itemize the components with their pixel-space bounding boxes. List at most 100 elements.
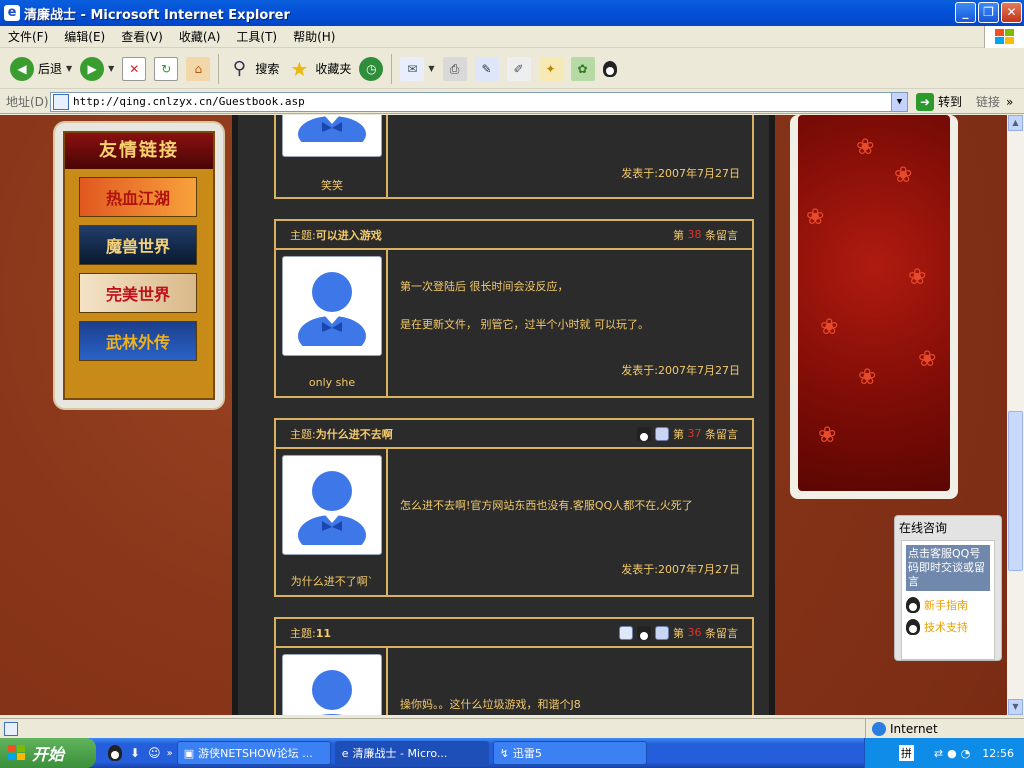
post-item: 主题:为什么进不去啊 第 37 条留言 为什么进不了啊` 怎么进不去啊!官方网站… [274,418,754,597]
vertical-scrollbar[interactable]: ▲ ▼ [1007,115,1024,715]
consult-title: 在线咨询 [899,521,948,535]
quicklaunch-game-icon[interactable]: ☺ [148,746,161,760]
qq-button[interactable] [599,52,621,86]
start-button[interactable]: 开始 [0,738,96,768]
scroll-down-button[interactable]: ▼ [1008,699,1023,715]
post-date: 发表于:2007年7月27日 [621,167,740,180]
links-button[interactable]: 链接 [976,93,1000,110]
quicklaunch-download-icon[interactable]: ⬇ [130,746,140,760]
edit-button[interactable]: ✎ [471,52,503,86]
icq-button[interactable]: ✿ [567,52,599,86]
taskbar-item[interactable]: ↯ 迅雷5 [492,741,647,765]
lotus-icon: ❀ [908,265,927,290]
ime-icon[interactable]: 拼 [898,745,914,761]
mail-dropdown-icon[interactable]: ▼ [428,64,434,73]
quicklaunch-more-icon[interactable]: » [167,748,173,759]
address-input[interactable]: http://qing.cnlzyx.cn/Guestbook.asp ▼ [50,91,908,112]
quicklaunch-qq-icon[interactable] [108,745,122,761]
forward-dropdown-icon[interactable]: ▼ [108,64,114,73]
discuss-button[interactable]: ✐ [503,52,535,86]
banner-link-4[interactable]: 武林外传 [79,321,197,361]
print-button[interactable]: ⎙ [439,52,471,86]
online-consult-widget: 在线咨询 点击客服QQ号码即时交谈或留言 新手指南 技术支持 [894,515,1002,661]
favorites-button[interactable]: ★ 收藏夹 [283,52,355,86]
post-user-panel: only she [276,250,388,396]
forward-arrow-icon: ▶ [80,56,105,81]
post-username: 笑笑 [321,179,343,192]
lotus-icon: ❀ [818,423,837,448]
window-icon: ▣ [183,746,195,760]
lotus-icon: ❀ [894,163,913,188]
minimize-button[interactable]: _ [955,2,976,23]
qq-penguin-icon [602,60,617,77]
post-body: 笑笑 发表于:2007年7月27日 [274,115,754,199]
clock: 12:56 [982,746,1014,760]
taskbar-item[interactable]: ▣ 游侠NETSHOW论坛 ... [176,741,331,765]
qq-icon[interactable] [637,625,651,640]
banner-link-1[interactable]: 热血江湖 [79,177,197,217]
system-tray: 拼 ⇄ ● ◔ 12:56 [864,738,1024,768]
guide-link[interactable]: 新手指南 [906,597,990,613]
post-message-line: 操你妈。。这什么垃圾游戏，和谐个J8 [400,698,581,711]
title-bar: e 清廉战士 - Microsoft Internet Explorer _ ❐… [0,0,1024,26]
lotus-icon: ❀ [858,365,877,390]
internet-zone: Internet [865,719,938,739]
mail-button[interactable]: ✉ ▼ [396,52,438,86]
post-subject: 为什么进不去啊 [315,427,393,441]
scroll-up-button[interactable]: ▲ [1008,115,1023,131]
menu-view[interactable]: 查看(V) [113,28,171,45]
menu-help[interactable]: 帮助(H) [285,28,343,45]
scroll-thumb[interactable] [1008,411,1023,571]
subject-prefix: 主题: [290,626,316,640]
ie-icon: e [4,5,20,21]
network-icon[interactable]: ⇄ [934,747,943,760]
refresh-button[interactable]: ↻ [150,52,182,86]
menu-favorites[interactable]: 收藏(A) [171,28,229,45]
home-button[interactable]: ⌂ [182,52,214,86]
post-header: 主题:为什么进不去啊 第 37 条留言 [274,418,754,449]
favorites-label: 收藏夹 [315,62,352,76]
volume-icon[interactable]: ◔ [961,747,971,760]
banner-link-2[interactable]: 魔兽世界 [79,225,197,265]
back-dropdown-icon[interactable]: ▼ [66,64,72,73]
history-button[interactable]: ◷ [355,52,387,86]
support-link[interactable]: 技术支持 [906,619,990,635]
post-number-suffix: 条留言 [705,427,738,441]
stop-button[interactable]: ✕ [118,52,150,86]
menu-tools[interactable]: 工具(T) [228,28,285,45]
search-button[interactable]: ⚲ 搜索 [223,52,283,86]
restore-button[interactable]: ❐ [978,2,999,23]
post-message-line: 是在更新文件， 别管它，过半个小时就 可以玩了。 [400,318,649,331]
bookmark-button[interactable]: ✦ [535,52,567,86]
guide-link-label[interactable]: 新手指南 [924,597,968,613]
profile-icon[interactable] [655,426,669,441]
tray-qq-icon[interactable]: ● [947,747,957,760]
address-url[interactable]: http://qing.cnlzyx.cn/Guestbook.asp [73,95,891,108]
banner-link-3[interactable]: 完美世界 [79,273,197,313]
go-button[interactable]: ➜ 转到 [916,92,962,111]
back-button[interactable]: ◀ 后退 ▼ [6,52,76,86]
post-number: 38 [687,228,702,241]
address-dropdown-icon[interactable]: ▼ [891,92,907,111]
chevron-right-icon[interactable]: » [1006,95,1013,109]
toolbar-separator [218,53,220,84]
history-icon: ◷ [359,56,384,81]
email-icon[interactable] [619,625,633,640]
post-date: 发表于:2007年7月27日 [621,364,740,377]
support-link-label[interactable]: 技术支持 [924,619,968,635]
taskbar-item[interactable]: e 清廉战士 - Micro... [334,741,489,765]
avatar [282,455,382,555]
printer-icon: ⎙ [442,56,467,81]
lotus-icon: ❀ [806,205,825,230]
start-label: 开始 [32,745,65,764]
post-number-prefix: 第 [673,228,684,242]
subject-prefix: 主题: [290,427,316,441]
close-button[interactable]: ✕ [1001,2,1022,23]
thunder-icon: ↯ [499,746,509,760]
qq-icon[interactable] [637,426,651,441]
zone-label: Internet [890,722,938,736]
menu-file[interactable]: 文件(F) [0,28,56,45]
profile-icon[interactable] [655,625,669,640]
menu-edit[interactable]: 编辑(E) [56,28,113,45]
forward-button[interactable]: ▶ ▼ [76,52,118,86]
